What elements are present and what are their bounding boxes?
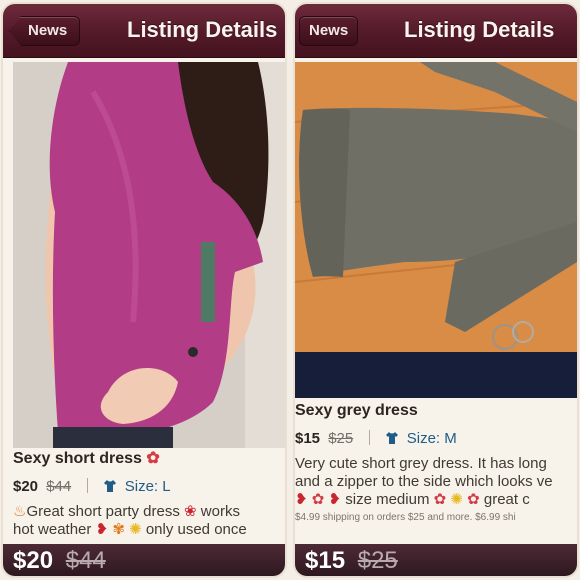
nav-bar: News Listing Details [3, 4, 285, 58]
listing-panel-right: News Listing Details Sexy grey dress $15… [295, 4, 577, 576]
hibiscus-icon: ✿ [433, 491, 447, 508]
lips-icon: ❥ [328, 491, 342, 508]
listing-photo[interactable] [295, 62, 577, 352]
price-footer: $20 $44 [3, 544, 285, 576]
divider [369, 430, 371, 445]
back-button[interactable]: News [299, 16, 359, 46]
footer-price: $15 [305, 547, 346, 574]
nav-bar: News Listing Details [295, 4, 577, 58]
price-footer: $15 $25 [295, 544, 577, 576]
shirt-icon [385, 432, 398, 444]
size-link[interactable]: Size: M [407, 430, 457, 447]
original-price: $25 [328, 430, 354, 447]
back-button[interactable]: News [9, 16, 81, 46]
rose-icon: ❀ [184, 503, 197, 520]
listing-panel-left: News Listing Details Sexy short dress ✿ [3, 4, 285, 576]
footer-original-price: $25 [357, 547, 398, 574]
description: ♨Great short party dress ❀ works hot wea… [13, 503, 247, 538]
nav-title: Listing Details [404, 17, 555, 42]
lips-icon: ❥ [95, 521, 109, 538]
flame-icon: ♨ [13, 503, 27, 520]
size-link[interactable]: Size: L [125, 478, 171, 495]
shipping-note: $4.99 shipping on orders $25 and more. $… [295, 512, 516, 523]
price-row: $15 $25 Size: M [295, 430, 577, 447]
listing-info: Sexy short dress ✿ $20 $44 Size: L ♨Grea… [3, 448, 285, 539]
hibiscus-icon: ✿ [311, 491, 325, 508]
footer-original-price: $44 [65, 547, 106, 574]
listing-title: Sexy short dress ✿ [13, 450, 160, 467]
divider [87, 478, 89, 493]
pink-dress-photo [13, 62, 285, 448]
price-row: $20 $44 Size: L [13, 478, 285, 495]
footer-price: $20 [13, 547, 54, 574]
flower-icon: ✾ [112, 521, 125, 538]
listing-info: Sexy grey dress $15 $25 Size: M Very cut… [295, 402, 577, 527]
sparkle-icon: ✺ [129, 521, 142, 538]
shirt-icon [103, 480, 116, 492]
description: Very cute short grey dress. It has long … [295, 455, 577, 527]
listing-title: Sexy grey dress [295, 402, 418, 419]
price: $15 [295, 430, 321, 447]
hibiscus-icon: ✿ [467, 491, 480, 508]
lips-icon: ❥ [295, 491, 308, 508]
price: $20 [13, 478, 39, 495]
grey-dress-photo [295, 62, 577, 352]
original-price: $44 [46, 478, 72, 495]
photo-shadow [295, 352, 577, 398]
nav-title: Listing Details [127, 17, 278, 42]
sparkle-icon: ✺ [450, 491, 463, 508]
hibiscus-icon: ✿ [146, 450, 160, 467]
listing-photo[interactable] [13, 62, 285, 448]
